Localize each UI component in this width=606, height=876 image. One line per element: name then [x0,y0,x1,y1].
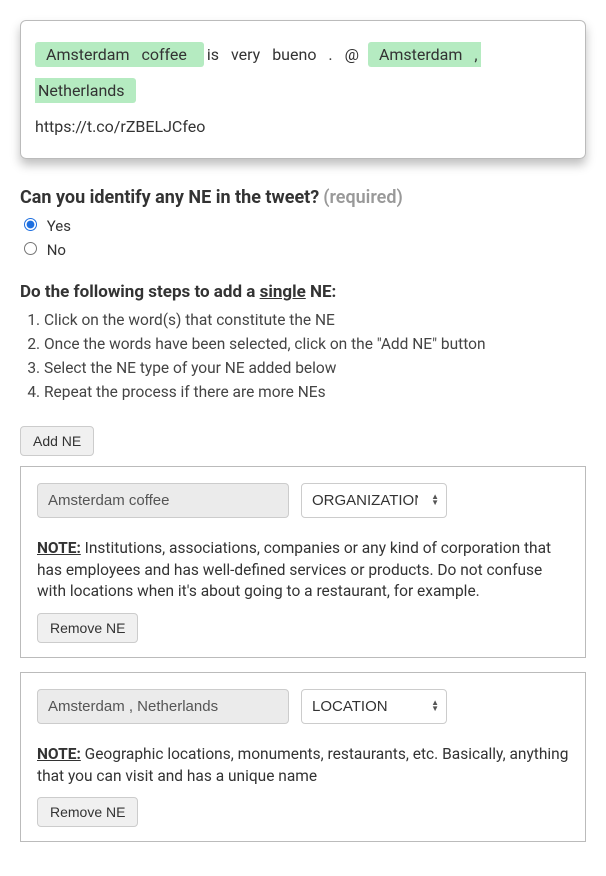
step-item: Select the NE type of your NE added belo… [44,356,586,380]
required-label: (required) [323,187,403,208]
radio-yes-label[interactable]: Yes [24,214,586,238]
question-block: Can you identify any NE in the tweet? (r… [20,187,586,262]
steps-title: Do the following steps to add a single N… [20,282,586,302]
ne-card: ORGANIZATIONLOCATIONPERSONOTHER▲▼NOTE: I… [20,466,586,658]
ne-value-input[interactable] [37,483,289,518]
tweet-url: https://t.co/rZBELJCfeo [35,110,571,144]
tweet-token[interactable]: very [228,37,263,73]
add-ne-button[interactable]: Add NE [20,426,94,456]
question-text: Can you identify any NE in the tweet? [20,187,319,208]
tweet-token[interactable]: Amsterdam [376,37,465,73]
step-item: Click on the word(s) that constitute the… [44,308,586,332]
radio-group: Yes No [24,214,586,262]
ne-card: ORGANIZATIONLOCATIONPERSONOTHER▲▼NOTE: G… [20,672,586,842]
step-item: Repeat the process if there are more NEs [44,380,586,404]
steps-list: Click on the word(s) that constitute the… [44,308,586,404]
tweet-token[interactable]: Amsterdam [43,37,132,73]
tweet-token[interactable]: is [204,37,222,73]
radio-yes[interactable] [24,218,37,231]
annotation-panel: Amsterdam coffee is very bueno . @ Amste… [10,10,596,866]
tweet-box: Amsterdam coffee is very bueno . @ Amste… [20,20,586,159]
ne-type-select[interactable]: ORGANIZATIONLOCATIONPERSONOTHER [301,483,447,518]
remove-ne-button[interactable]: Remove NE [37,613,138,643]
highlighted-span[interactable]: Amsterdam coffee [35,42,204,67]
tweet-token[interactable]: @ [342,37,362,73]
radio-no[interactable] [24,242,37,255]
tweet-token[interactable]: coffee [138,37,189,73]
step-item: Once the words have been selected, click… [44,332,586,356]
tweet-token[interactable]: Netherlands [35,73,128,109]
ne-note: NOTE: Institutions, associations, compan… [37,538,569,603]
tweet-token[interactable]: . [325,37,335,73]
ne-value-input[interactable] [37,689,289,724]
remove-ne-button[interactable]: Remove NE [37,797,138,827]
ne-note: NOTE: Geographic locations, monuments, r… [37,744,569,787]
ne-type-select[interactable]: ORGANIZATIONLOCATIONPERSONOTHER [301,689,447,724]
radio-no-label[interactable]: No [24,238,586,262]
tweet-token[interactable]: bueno [269,37,319,73]
tweet-token[interactable]: , [471,37,480,73]
